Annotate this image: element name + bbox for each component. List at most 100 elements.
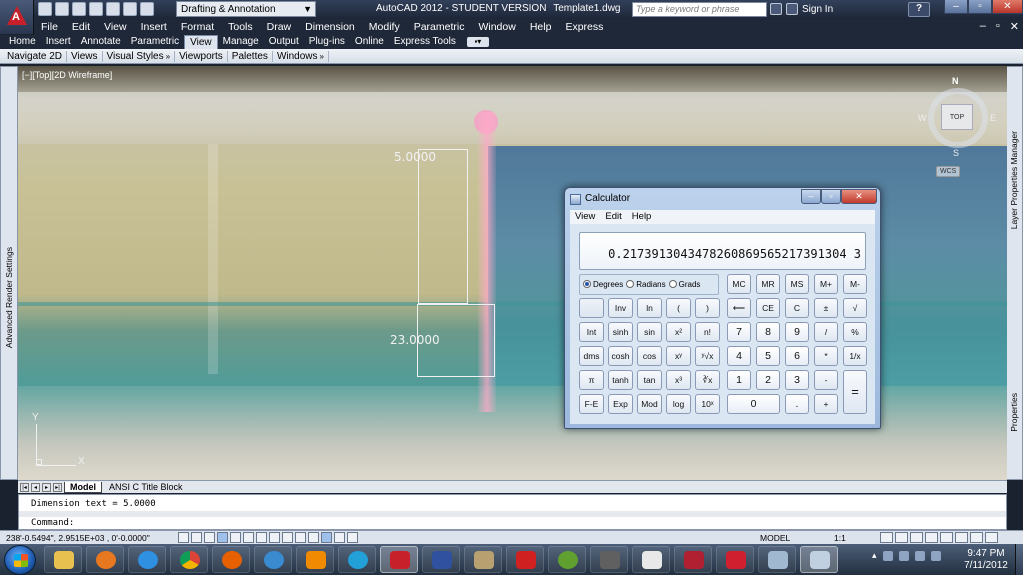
tab-manage[interactable]: Manage	[218, 35, 264, 49]
taskbar-app-14[interactable]	[590, 546, 628, 573]
taskbar-app-11[interactable]	[464, 546, 502, 573]
taskbar-internet-explorer[interactable]	[128, 546, 166, 573]
key-equals[interactable]: =	[843, 370, 867, 414]
redo-icon[interactable]	[140, 2, 154, 16]
menu-modify[interactable]: Modify	[362, 21, 407, 33]
menu-insert[interactable]: Insert	[134, 21, 174, 33]
key-sin[interactable]: sin	[637, 322, 662, 342]
key-tanh[interactable]: tanh	[608, 370, 633, 390]
last-layout-icon[interactable]: ▸|	[53, 482, 62, 492]
transparency-icon[interactable]	[321, 532, 332, 543]
key-percent[interactable]: %	[843, 322, 867, 342]
taskbar-autocad[interactable]	[380, 546, 418, 573]
key-mod[interactable]: Mod	[637, 394, 662, 414]
calc-maximize-button[interactable]: ▫	[821, 189, 841, 204]
save-as-icon[interactable]	[89, 2, 103, 16]
plot-icon[interactable]	[106, 2, 120, 16]
taskbar-calculator[interactable]	[800, 546, 838, 573]
network-icon[interactable]	[898, 550, 909, 561]
infer-constraints-icon[interactable]	[178, 532, 189, 543]
radio-degrees[interactable]: Degrees	[583, 280, 623, 289]
key-m-plus[interactable]: M+	[814, 274, 838, 294]
lineweight-icon[interactable]	[308, 532, 319, 543]
object-snap-tracking-icon[interactable]	[269, 532, 280, 543]
clean-screen-icon[interactable]	[985, 532, 998, 543]
auto-scale-icon[interactable]	[895, 532, 908, 543]
wcs-menu[interactable]: WCS	[936, 166, 961, 177]
volume-icon[interactable]	[930, 550, 941, 561]
key-cube-root[interactable]: ∛x	[695, 370, 720, 390]
key-reciprocal[interactable]: 1/x	[843, 346, 867, 366]
window-maximize-button[interactable]: ▫	[968, 0, 992, 14]
key-mr[interactable]: MR	[756, 274, 780, 294]
doc-minimize-icon[interactable]: –	[980, 20, 986, 33]
taskbar-app-17[interactable]	[716, 546, 754, 573]
flag-icon[interactable]	[882, 550, 893, 561]
calc-menu-help[interactable]: Help	[627, 210, 657, 224]
key-8[interactable]: 8	[756, 322, 780, 342]
menu-format[interactable]: Format	[174, 21, 221, 33]
dimension-text-top[interactable]: 5.0000	[394, 150, 436, 164]
key-ce[interactable]: CE	[756, 298, 780, 318]
key-ten-pow-x[interactable]: 10ˣ	[695, 394, 720, 414]
clock[interactable]: 9:47 PM 7/11/2012	[960, 548, 1012, 572]
window-minimize-button[interactable]: –	[944, 0, 968, 14]
model-space-toggle[interactable]: MODEL	[760, 533, 790, 543]
tab-model[interactable]: Model	[64, 481, 102, 493]
key-right-paren[interactable]: )	[695, 298, 720, 318]
selection-cycling-icon[interactable]	[347, 532, 358, 543]
key-add[interactable]: +	[814, 394, 838, 414]
tab-annotate[interactable]: Annotate	[76, 35, 126, 49]
key-c[interactable]: C	[785, 298, 809, 318]
command-prompt[interactable]: Command:	[31, 518, 74, 528]
snap-mode-icon[interactable]	[191, 532, 202, 543]
tab-express-tools[interactable]: Express Tools	[389, 35, 461, 49]
taskbar-explorer[interactable]	[44, 546, 82, 573]
key-9[interactable]: 9	[785, 322, 809, 342]
key-ln[interactable]: ln	[637, 298, 662, 318]
key-sqrt[interactable]: √	[843, 298, 867, 318]
tab-parametric[interactable]: Parametric	[126, 35, 184, 49]
doc-restore-icon[interactable]: ▫	[996, 20, 1000, 33]
start-button[interactable]	[4, 545, 36, 575]
key-3[interactable]: 3	[785, 370, 809, 390]
polar-tracking-icon[interactable]	[230, 532, 241, 543]
key-inv[interactable]: Inv	[608, 298, 633, 318]
key-sinh[interactable]: sinh	[608, 322, 633, 342]
command-line[interactable]: Dimension text = 5.0000 Command:	[18, 494, 1007, 530]
taskbar-firefox[interactable]	[212, 546, 250, 573]
key-exp[interactable]: Exp	[608, 394, 633, 414]
key-x-pow-y[interactable]: xʸ	[666, 346, 691, 366]
compass-south[interactable]: S	[953, 148, 959, 158]
menu-express[interactable]: Express	[558, 21, 610, 33]
properties-tab[interactable]: Properties	[1009, 393, 1019, 432]
tab-ansi-c-title-block[interactable]: ANSI C Title Block	[104, 482, 188, 492]
menu-dimension[interactable]: Dimension	[298, 21, 362, 33]
tab-online[interactable]: Online	[350, 35, 389, 49]
tab-home[interactable]: Home	[4, 35, 41, 49]
taskbar-app-13[interactable]	[548, 546, 586, 573]
layer-properties-manager-tab[interactable]: Layer Properties Manager	[1009, 131, 1019, 229]
grid-display-icon[interactable]	[204, 532, 215, 543]
key-multiply[interactable]: *	[814, 346, 838, 366]
key-x-squared[interactable]: x²	[666, 322, 691, 342]
key-ms[interactable]: MS	[785, 274, 809, 294]
calc-menu-view[interactable]: View	[570, 210, 600, 224]
tab-output[interactable]: Output	[264, 35, 304, 49]
key-plus-minus[interactable]: ±	[814, 298, 838, 318]
key-cosh[interactable]: cosh	[608, 346, 633, 366]
compass-east[interactable]: E	[990, 113, 996, 123]
menu-help[interactable]: Help	[523, 21, 559, 33]
hardware-acceleration-icon[interactable]	[940, 532, 953, 543]
open-icon[interactable]	[55, 2, 69, 16]
application-menu-button[interactable]: A	[0, 0, 34, 34]
annotation-scale[interactable]: 1:1	[834, 533, 846, 543]
panel-windows[interactable]: Windows»	[273, 50, 329, 62]
key-y-root[interactable]: ʸ√x	[695, 346, 720, 366]
help-icon[interactable]: ?	[908, 2, 930, 17]
viewcube-face-top[interactable]: TOP	[941, 104, 973, 130]
taskbar-media-player[interactable]	[86, 546, 124, 573]
taskbar-app-16[interactable]	[674, 546, 712, 573]
dynamic-ucs-icon[interactable]	[282, 532, 293, 543]
menu-view[interactable]: View	[97, 21, 134, 33]
